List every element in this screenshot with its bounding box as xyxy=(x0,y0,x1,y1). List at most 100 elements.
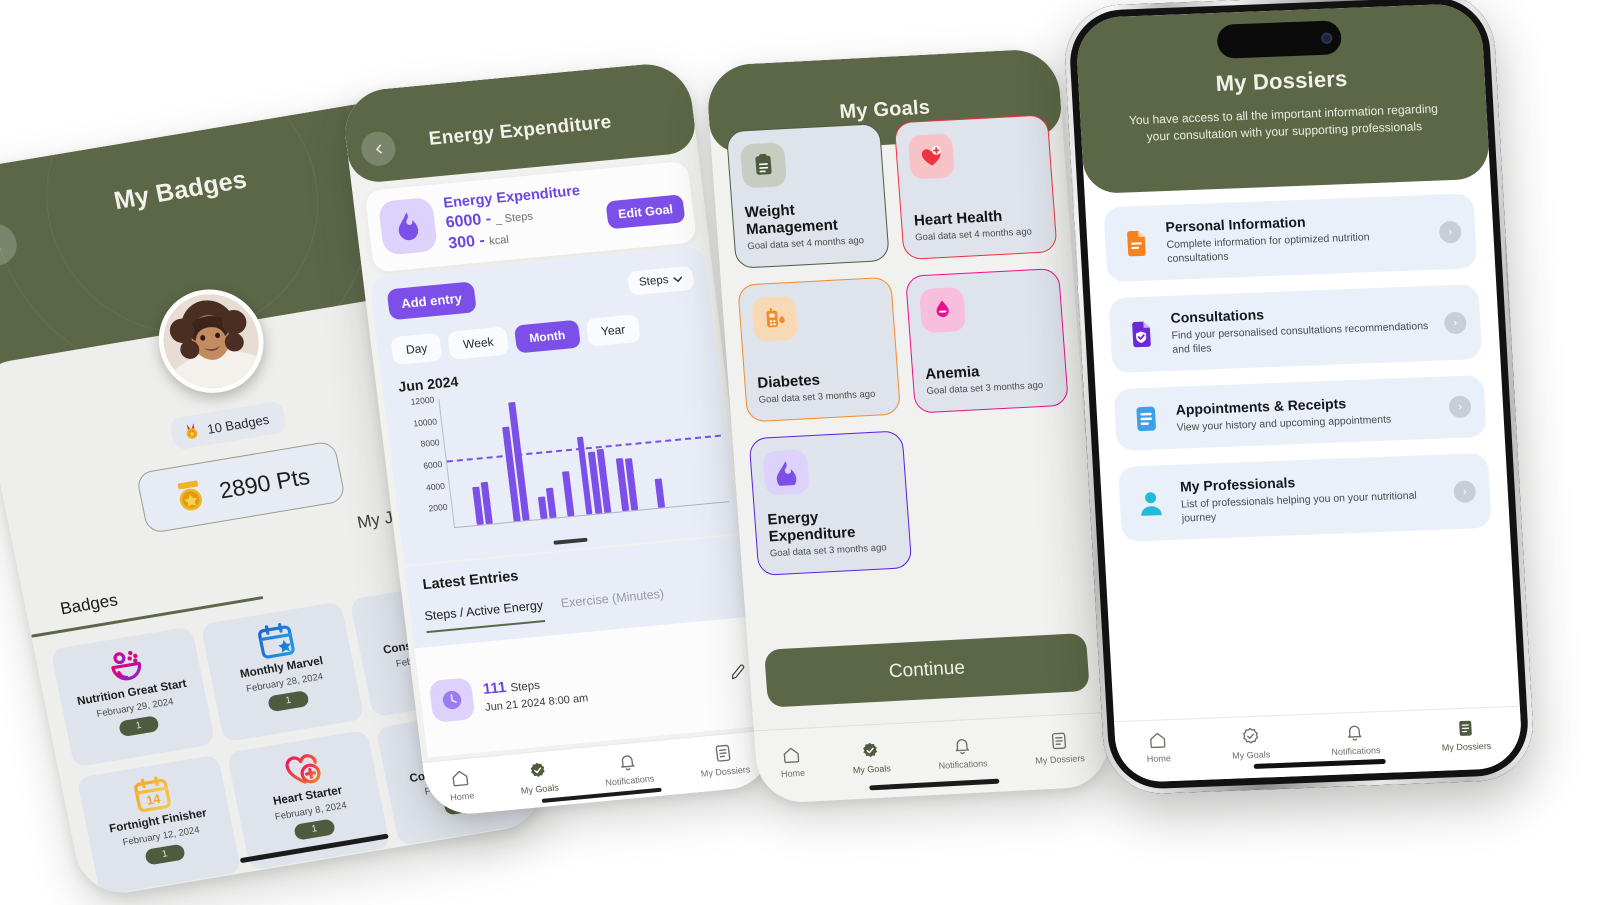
badge-quantity: 1 xyxy=(117,715,160,738)
nav-item-home[interactable]: Home xyxy=(779,745,805,779)
nav-item-notifications[interactable]: Notifications xyxy=(937,735,988,771)
edit-entry-button[interactable] xyxy=(729,663,747,683)
badge-count-label: 10 Badges xyxy=(205,411,271,437)
goal-icon-box xyxy=(377,196,439,256)
steps-bar-chart: 2000 4000 6000 8000 10000 12000 xyxy=(398,373,731,554)
calendar-star-icon xyxy=(258,623,295,659)
chevron-right-icon[interactable]: › xyxy=(1448,395,1472,419)
nav-item-label: My Dossiers xyxy=(1441,740,1492,753)
nav-item-label: Home xyxy=(449,790,475,803)
nav-item-my-dossiers[interactable]: My Dossiers xyxy=(697,741,751,779)
chart-bar xyxy=(686,505,693,506)
medal-icon xyxy=(186,423,198,439)
latest-entries-panel: Latest Entries Steps / Active Energy Exer… xyxy=(404,535,763,758)
badge-card[interactable]: Halfway Hero WeightFebruary 6, 2024 xyxy=(401,832,549,900)
entries-tab[interactable]: Exercise (Minutes) xyxy=(560,587,666,621)
metric-select[interactable]: Steps xyxy=(626,265,695,296)
flame-icon xyxy=(398,212,419,241)
chart-title: Jun 2024 xyxy=(397,373,460,395)
nav-item-home[interactable]: Home xyxy=(1145,730,1171,764)
chart-bar xyxy=(532,519,539,520)
nav-item-my-goals[interactable]: My Goals xyxy=(851,740,891,775)
badge-quantity: 1 xyxy=(143,843,186,866)
entry-value: 111 xyxy=(481,678,508,698)
entries-tab[interactable]: Steps / Active Energy xyxy=(423,598,546,634)
goal-tile[interactable]: Energy Expenditure Goal data set 3 month… xyxy=(748,430,913,576)
dossier-list: Personal Information Complete informatio… xyxy=(1103,193,1492,543)
bell-icon xyxy=(1348,725,1362,741)
add-entry-button[interactable]: Add entry xyxy=(386,281,477,321)
goal-tile-name: Energy Expenditure xyxy=(766,508,856,546)
fruit-bowl-icon xyxy=(111,649,142,681)
chevron-down-icon xyxy=(673,276,683,283)
dynamic-island xyxy=(1216,20,1343,59)
nav-item-my-goals[interactable]: My Goals xyxy=(1231,726,1270,761)
nav-item-my-dossiers[interactable]: My Dossiers xyxy=(1440,718,1492,753)
goals-grid: Weight Management Goal data set 4 months… xyxy=(725,114,1080,576)
badge-name: Halfway Hero Weight xyxy=(426,884,541,899)
range-option-month[interactable]: Month xyxy=(513,319,581,354)
y-axis-tick: 10000 xyxy=(412,416,438,429)
range-option-week[interactable]: Week xyxy=(447,326,510,360)
chart-bar xyxy=(504,522,511,523)
badge-count-pill: 10 Badges xyxy=(168,400,288,451)
latest-entries-title: Latest Entries xyxy=(421,568,520,594)
badge-card[interactable]: 14 Fortnight Finisher February 12, 2024 1 xyxy=(76,754,242,896)
document-orange-icon xyxy=(1127,230,1146,256)
y-axis-tick: 4000 xyxy=(425,480,446,493)
nav-item-label: My Dossiers xyxy=(1035,753,1086,766)
home-icon xyxy=(1150,732,1166,749)
edit-goal-button[interactable]: Edit Goal xyxy=(605,194,686,230)
chart-bar xyxy=(640,509,647,510)
check-badge-icon xyxy=(530,762,545,778)
bottom-navigation: Home My Goals Notifications My Dossiers xyxy=(753,711,1111,805)
dossier-item[interactable]: My Professionals List of professionals h… xyxy=(1117,453,1492,543)
dossier-item[interactable]: Consultations Find your personalised con… xyxy=(1108,284,1483,374)
badge-card[interactable]: Monthly Marvel February 28, 2024 1 xyxy=(200,601,365,743)
chart-bar xyxy=(468,525,475,526)
range-option-year[interactable]: Year xyxy=(585,314,641,347)
check-badge-icon xyxy=(863,742,878,758)
chart-plot-area xyxy=(438,373,729,529)
chart-bar xyxy=(459,526,466,527)
document-icon xyxy=(1051,732,1066,750)
calendar-14-icon: 14 xyxy=(134,776,172,812)
nav-item-my-dossiers[interactable]: My Dossiers xyxy=(1033,730,1085,766)
y-axis-tick: 8000 xyxy=(420,437,441,450)
range-option-day[interactable]: Day xyxy=(390,332,443,366)
dossier-item[interactable]: Personal Information Complete informatio… xyxy=(1103,193,1478,283)
chevron-right-icon[interactable]: › xyxy=(1443,311,1467,335)
chevron-left-icon xyxy=(375,144,382,154)
goal-tile[interactable]: Diabetes Goal data set 3 months ago xyxy=(737,276,902,423)
chart-bar xyxy=(562,470,575,517)
scale-dial-icon xyxy=(459,854,497,890)
screen-my-goals: My Goals Weight Management Goal data set… xyxy=(705,47,1111,805)
entry-icon-box xyxy=(428,677,476,723)
chevron-right-icon[interactable]: › xyxy=(1453,480,1477,503)
nav-item-my-goals[interactable]: My Goals xyxy=(517,760,559,796)
nav-item-notifications[interactable]: Notifications xyxy=(1330,722,1381,757)
dossier-item-subtitle: Find your personalised consultations rec… xyxy=(1171,320,1429,357)
phone-my-dossiers: My Dossiers You have access to all the i… xyxy=(1062,0,1536,796)
goal-tile[interactable]: Weight Management Goal data set 4 months… xyxy=(725,123,890,269)
goal-tile[interactable]: Heart Health Goal data set 4 months ago xyxy=(893,114,1058,261)
chevron-right-icon[interactable]: › xyxy=(1438,220,1462,244)
nav-item-label: My Goals xyxy=(520,782,560,796)
heart-plus-icon xyxy=(921,145,941,166)
goal-tile-icon-box xyxy=(919,286,967,334)
continue-button[interactable]: Continue xyxy=(764,632,1090,708)
badge-card[interactable]: Nutrition Great Start February 29, 2024 1 xyxy=(50,626,216,768)
clock-icon xyxy=(442,690,462,710)
nav-item-label: Notifications xyxy=(938,758,988,771)
tab-badges[interactable]: Badges xyxy=(59,590,120,619)
document-icon xyxy=(715,744,731,762)
nav-item-home[interactable]: Home xyxy=(447,768,475,803)
goal-steps-unit: _ Steps xyxy=(494,210,534,226)
chart-bar xyxy=(654,478,666,508)
dossier-item[interactable]: Appointments & Receipts View your histor… xyxy=(1113,375,1487,452)
pencil-icon xyxy=(731,664,745,679)
goal-tile[interactable]: Anemia Goal data set 3 months ago xyxy=(905,267,1069,414)
points-pill[interactable]: 2890 Pts xyxy=(135,440,347,535)
nav-item-notifications[interactable]: Notifications xyxy=(602,751,655,788)
home-icon xyxy=(784,747,800,764)
